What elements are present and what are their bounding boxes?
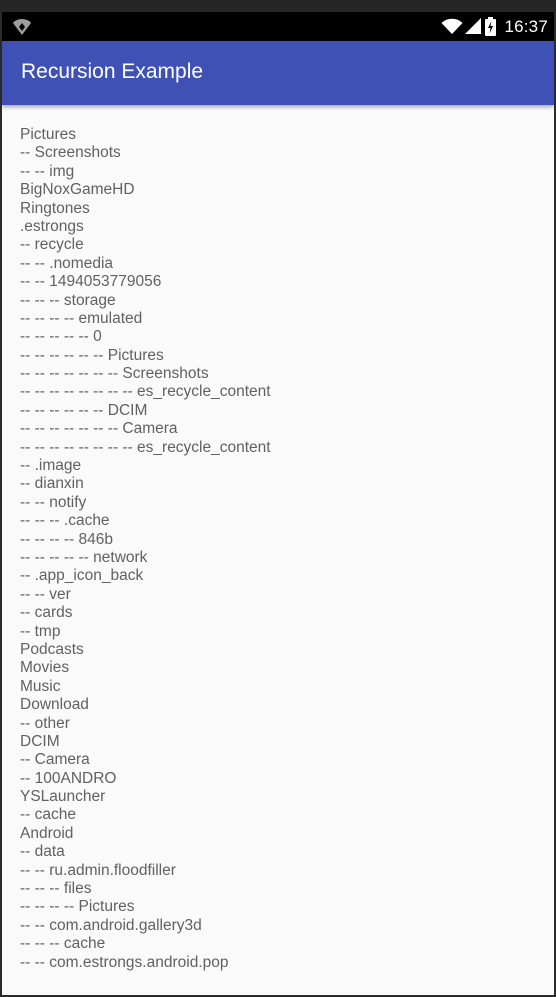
tree-line: -- -- -- -- -- -- -- Camera bbox=[20, 420, 178, 438]
tree-line: .estrongs bbox=[20, 217, 84, 235]
tree-line: Pictures bbox=[20, 126, 76, 143]
tree-line: -- .image bbox=[20, 457, 82, 475]
tree-line: -- tmp bbox=[20, 622, 61, 640]
tree-line: -- -- -- -- -- -- DCIM bbox=[20, 401, 148, 419]
tree-line: -- -- -- -- -- network bbox=[20, 548, 148, 566]
status-icons: 16:37 bbox=[441, 12, 548, 41]
tree-line: -- -- -- -- -- -- -- -- es_recycle_conte… bbox=[20, 438, 271, 456]
tree-line: -- -- notify bbox=[20, 493, 87, 511]
tree-line: -- -- ru.admin.floodfiller bbox=[20, 861, 176, 879]
tree-line: -- dianxin bbox=[20, 475, 84, 493]
tree-line: -- cards bbox=[20, 604, 73, 622]
tree-line: -- -- -- -- -- 0 bbox=[20, 328, 102, 346]
tree-line: Podcasts bbox=[20, 640, 84, 658]
tree-line: -- -- -- -- Pictures bbox=[20, 898, 135, 916]
signal-icon bbox=[465, 18, 482, 34]
tree-line: -- recycle bbox=[20, 236, 84, 254]
tree-line: -- -- -- -- -- -- -- -- es_recycle_conte… bbox=[20, 383, 271, 401]
window-top-strip bbox=[0, 0, 556, 12]
tree-line: -- -- .nomedia bbox=[20, 254, 114, 272]
tree-line: -- -- com.estrongs.android.pop bbox=[20, 953, 229, 971]
tree-line: Music bbox=[20, 677, 61, 695]
status-clock: 16:37 bbox=[504, 16, 548, 36]
phone-screen: 16:37 Recursion Example Pictures -- Scre… bbox=[2, 12, 554, 995]
tree-line: -- data bbox=[20, 843, 65, 861]
tree-line: -- -- -- storage bbox=[20, 291, 116, 309]
tree-line: YSLauncher bbox=[20, 788, 106, 806]
tree-line: -- -- -- -- 846b bbox=[20, 530, 113, 548]
tree-line: -- -- -- -- -- -- -- Screenshots bbox=[20, 365, 209, 383]
wifi-icon bbox=[441, 18, 463, 34]
tree-line: Download bbox=[20, 696, 89, 714]
app-bar: Recursion Example bbox=[2, 41, 554, 105]
tree-line: Ringtones bbox=[20, 199, 90, 217]
file-tree: Pictures -- Screenshots -- -- img BigNox… bbox=[20, 126, 540, 972]
tree-line: Movies bbox=[20, 659, 70, 677]
tree-line: -- 100ANDRO bbox=[20, 769, 117, 787]
tree-line: -- -- com.android.gallery3d bbox=[20, 916, 202, 934]
tree-line: -- -- -- cache bbox=[20, 935, 106, 953]
tree-line: -- -- -- -- emulated bbox=[20, 309, 143, 327]
tree-line: Android bbox=[20, 824, 74, 842]
app-title: Recursion Example bbox=[21, 60, 204, 83]
tree-line: -- -- -- -- -- -- Pictures bbox=[20, 346, 164, 364]
tree-line: -- cache bbox=[20, 806, 76, 824]
status-bar: 16:37 bbox=[2, 12, 554, 41]
tree-line: -- -- -- files bbox=[20, 880, 92, 898]
battery-icon bbox=[485, 17, 497, 36]
tree-line: -- .app_icon_back bbox=[20, 567, 144, 585]
tree-line: -- Screenshots bbox=[20, 144, 121, 162]
tree-line: -- -- ver bbox=[20, 585, 71, 603]
tree-line: -- other bbox=[20, 714, 70, 732]
tree-line: -- -- -- .cache bbox=[20, 512, 110, 530]
notification-icon bbox=[13, 19, 31, 35]
tree-line: -- Camera bbox=[20, 751, 90, 769]
tree-line: -- -- 1494053779056 bbox=[20, 273, 162, 291]
tree-line: -- -- img bbox=[20, 162, 75, 180]
tree-line: BigNoxGameHD bbox=[20, 181, 135, 199]
tree-line: DCIM bbox=[20, 732, 60, 750]
